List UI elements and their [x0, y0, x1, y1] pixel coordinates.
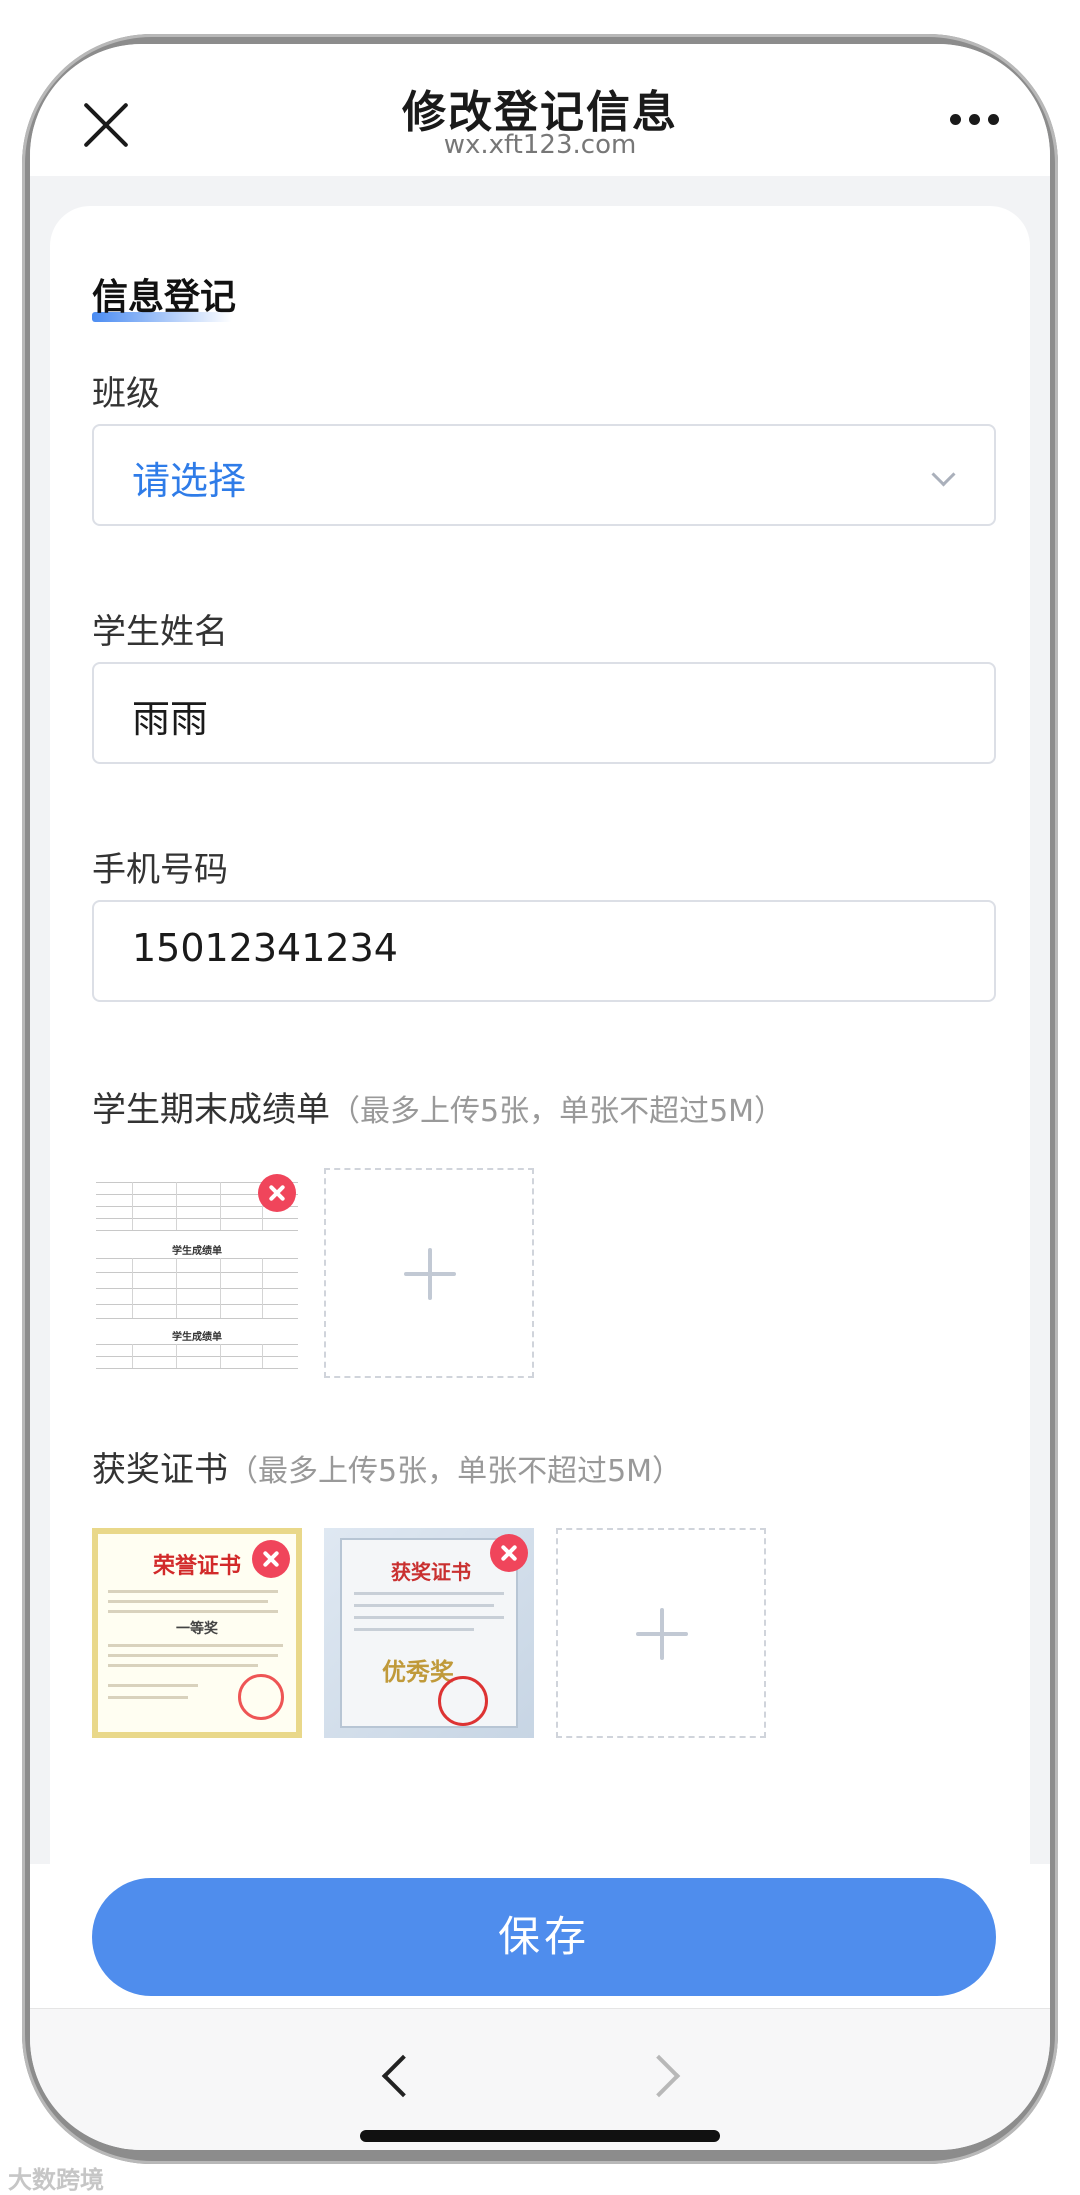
save-button[interactable]: 保存	[92, 1878, 996, 1996]
class-select-placeholder: 请选择	[132, 459, 247, 503]
watermark: 大数跨境	[8, 2166, 104, 2194]
seal-icon	[438, 1676, 488, 1726]
certificates-hint: （最多上传5张，单张不超过5M）	[228, 1454, 683, 1489]
transcript-hint: （最多上传5张，单张不超过5M）	[330, 1094, 785, 1129]
student-name-label: 学生姓名	[92, 612, 228, 652]
form-card: 信息登记 班级 请选择 学生姓名 雨雨 手机号码 15012341234 学生期…	[50, 206, 1030, 1966]
home-indicator[interactable]	[360, 2130, 720, 2142]
class-select[interactable]: 请选择	[92, 424, 996, 526]
class-label: 班级	[92, 374, 160, 414]
transcript-thumbnail[interactable]: 学生成绩单 学生成绩单	[92, 1168, 302, 1378]
sheet-heading-2: 学生成绩单	[172, 1332, 222, 1343]
chevron-down-icon	[931, 462, 956, 487]
certificate-2-award: 优秀奖	[382, 1658, 454, 1686]
phone-input[interactable]: 15012341234	[92, 900, 996, 1002]
certificate-thumbnail-1[interactable]: 荣誉证书 一等奖	[92, 1528, 302, 1738]
browser-nav	[30, 2008, 1050, 2150]
remove-icon[interactable]	[252, 1540, 290, 1578]
certificate-thumbnail-2[interactable]: 获奖证书 优秀奖	[324, 1528, 534, 1738]
phone-value: 15012341234	[132, 926, 398, 970]
certificates-add-button[interactable]	[556, 1528, 766, 1738]
screen: 修改登记信息 wx.xft123.com 信息登记 班级 请选择 学生姓名 雨雨…	[30, 44, 1050, 2150]
transcript-label: 学生期末成绩单（最多上传5张，单张不超过5M）	[92, 1082, 784, 1131]
chevron-right-icon[interactable]	[637, 2054, 681, 2098]
chevron-left-icon[interactable]	[381, 2054, 425, 2098]
student-name-input[interactable]: 雨雨	[92, 662, 996, 764]
top-bar: 修改登记信息 wx.xft123.com	[30, 44, 1050, 176]
section-title: 信息登记	[92, 277, 237, 318]
student-name-value: 雨雨	[132, 697, 209, 741]
phone-label: 手机号码	[92, 850, 228, 890]
save-bar: 保存	[30, 1864, 1050, 2008]
transcript-label-text: 学生期末成绩单	[92, 1090, 330, 1130]
certificates-label: 获奖证书（最多上传5张，单张不超过5M）	[92, 1442, 682, 1491]
certificate-1-award: 一等奖	[176, 1621, 218, 1637]
certificates-label-text: 获奖证书	[92, 1450, 228, 1490]
remove-icon[interactable]	[258, 1174, 296, 1212]
seal-icon	[238, 1674, 284, 1720]
more-icon[interactable]	[950, 114, 1000, 126]
sheet-heading-1: 学生成绩单	[172, 1246, 222, 1257]
page-domain: wx.xft123.com	[443, 130, 637, 160]
transcript-add-button[interactable]	[324, 1168, 534, 1378]
remove-icon[interactable]	[490, 1534, 528, 1572]
